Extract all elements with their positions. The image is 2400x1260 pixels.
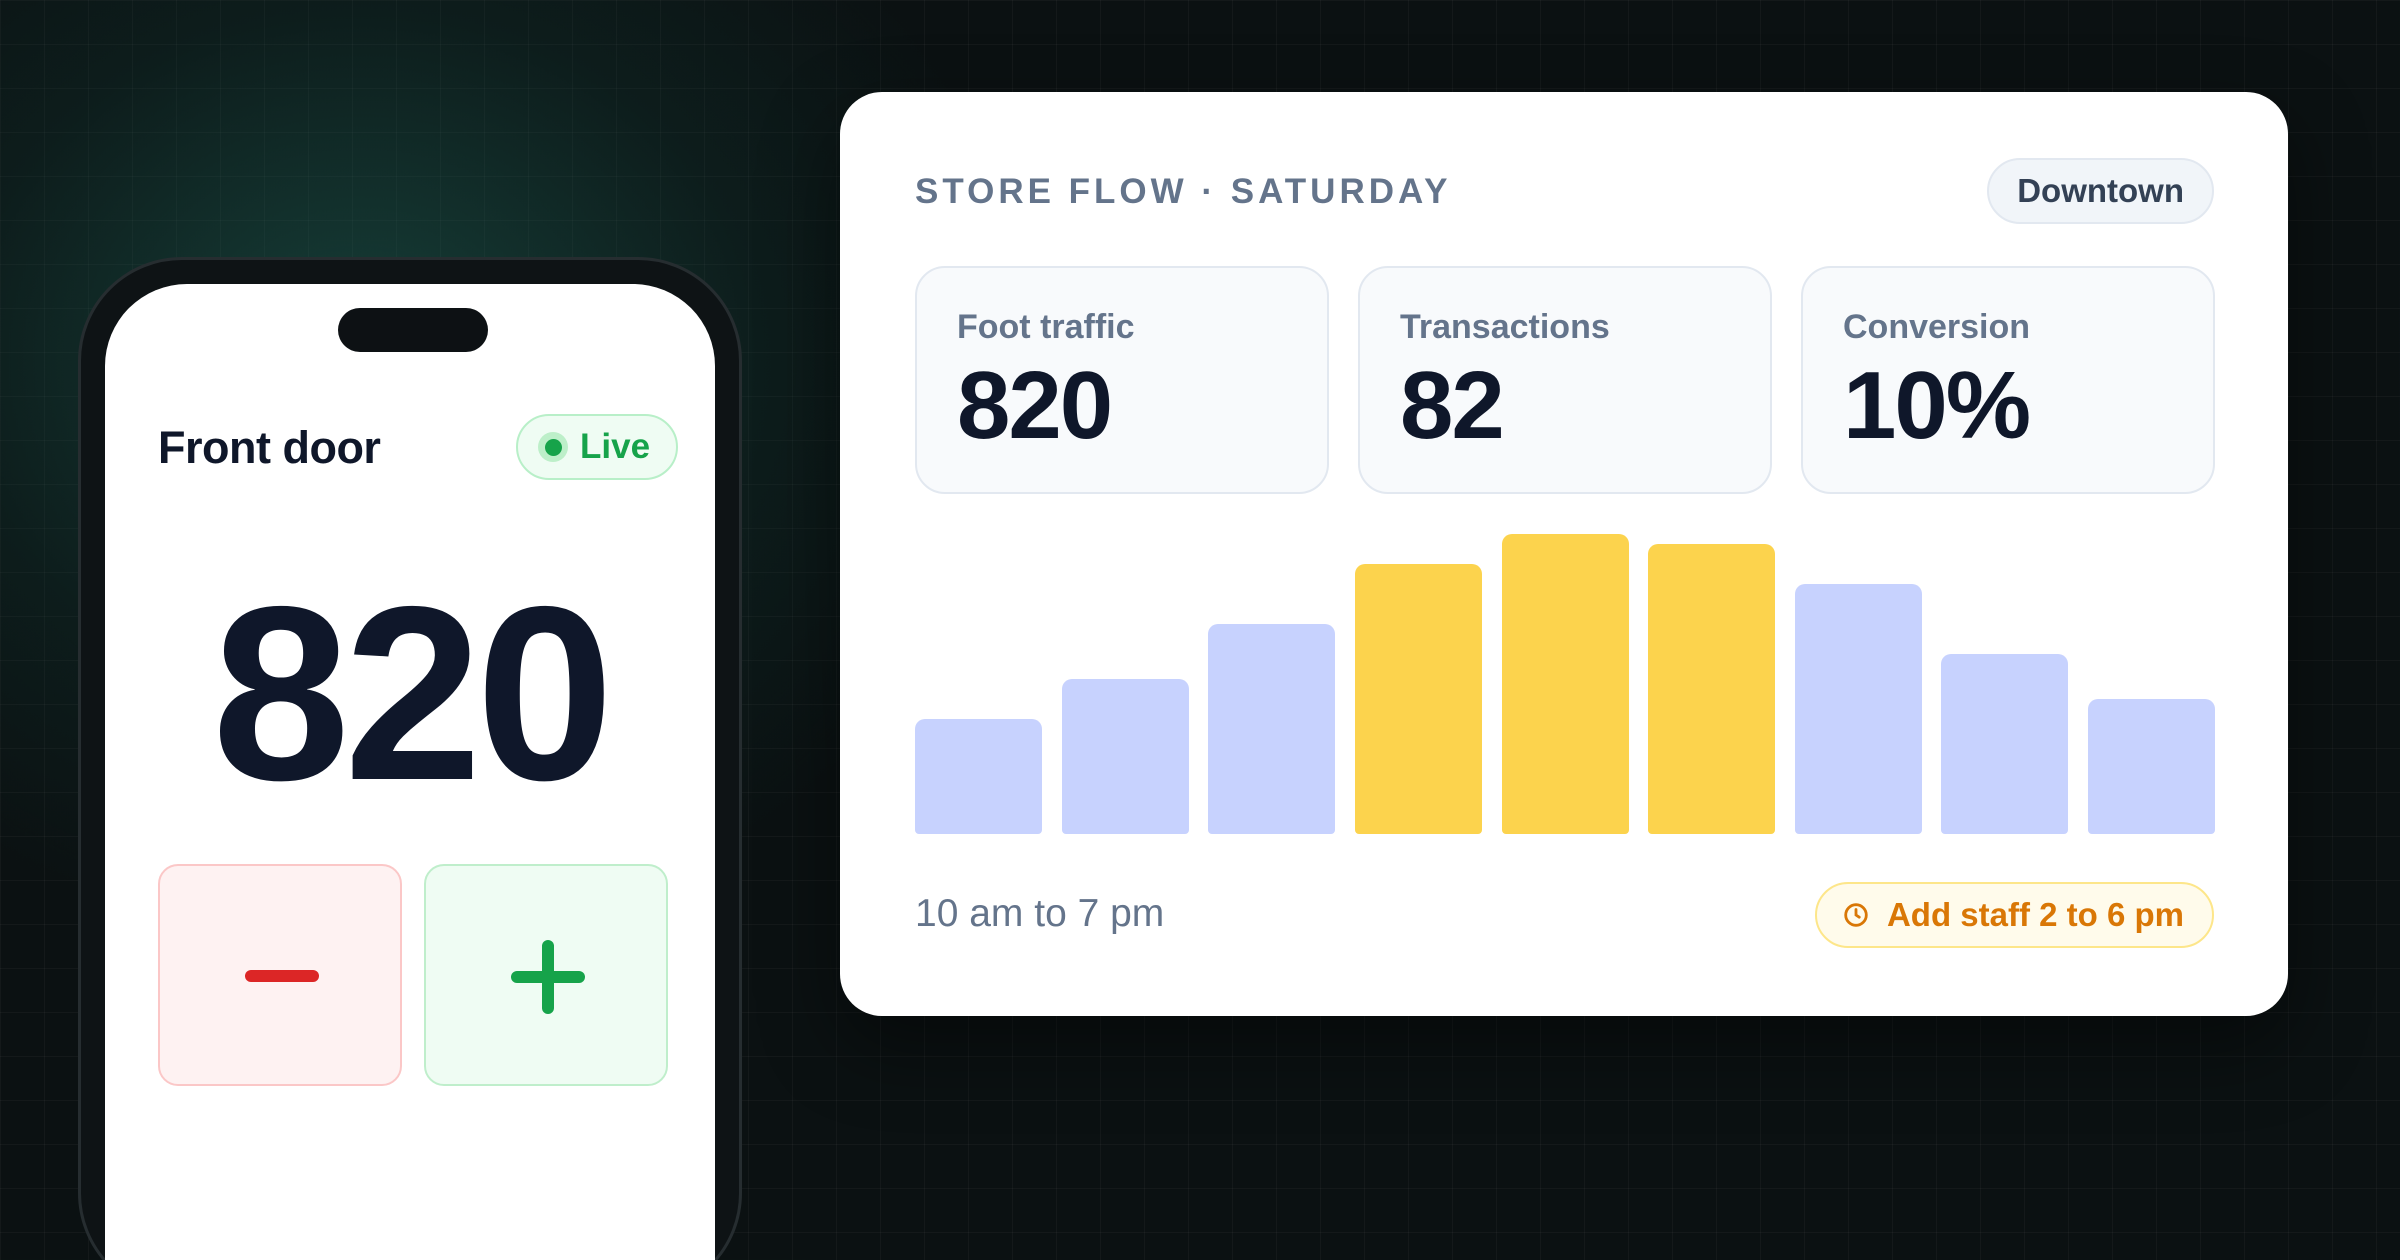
clock-icon — [1844, 903, 1868, 927]
stat-value: 820 — [957, 352, 1113, 459]
time-range: 10 am to 7 pm — [915, 892, 1165, 935]
minus-icon — [245, 970, 319, 982]
store-flow-card: STORE FLOW · SATURDAY Downtown Foot traf… — [840, 92, 2288, 1016]
chart-bar — [1061, 679, 1189, 834]
staff-alert-badge[interactable]: Add staff 2 to 6 pm — [1814, 882, 2214, 948]
chart-bar — [1354, 564, 1482, 834]
chart-bar — [1648, 544, 1776, 834]
chart-bar — [1208, 624, 1336, 834]
decrement-button[interactable] — [158, 864, 402, 1086]
stat-label: Foot traffic — [957, 308, 1135, 346]
card-title: STORE FLOW · SATURDAY — [915, 172, 1452, 211]
increment-button[interactable] — [424, 864, 668, 1086]
chart-bar — [1941, 654, 2069, 834]
stat-label: Transactions — [1400, 308, 1610, 346]
stat-value: 82 — [1400, 352, 1505, 459]
stat-value: 10% — [1843, 352, 2031, 459]
staff-alert-label: Add staff 2 to 6 pm — [1886, 896, 2184, 933]
phone-mockup: Front door Live 820 — [78, 257, 742, 1260]
chart-bar — [2088, 699, 2215, 834]
live-dot-icon — [538, 432, 568, 462]
live-badge: Live — [516, 414, 679, 480]
live-label: Live — [580, 427, 651, 466]
stat-foot-traffic: Foot traffic 820 — [915, 266, 1329, 494]
stat-conversion: Conversion 10% — [1801, 266, 2215, 494]
stat-transactions: Transactions 82 — [1358, 266, 1772, 494]
location-badge[interactable]: Downtown — [1987, 158, 2214, 224]
visitor-count: 820 — [212, 554, 614, 832]
plus-icon — [511, 940, 585, 1014]
stat-label: Conversion — [1843, 308, 2031, 346]
phone-screen: Front door Live 820 — [105, 284, 715, 1260]
chart-bar — [1501, 534, 1629, 834]
phone-notch — [338, 308, 488, 352]
chart-bar — [1794, 584, 1922, 834]
counter-title: Front door — [158, 422, 381, 473]
chart-bar — [915, 719, 1042, 834]
hourly-traffic-chart — [915, 534, 2215, 834]
